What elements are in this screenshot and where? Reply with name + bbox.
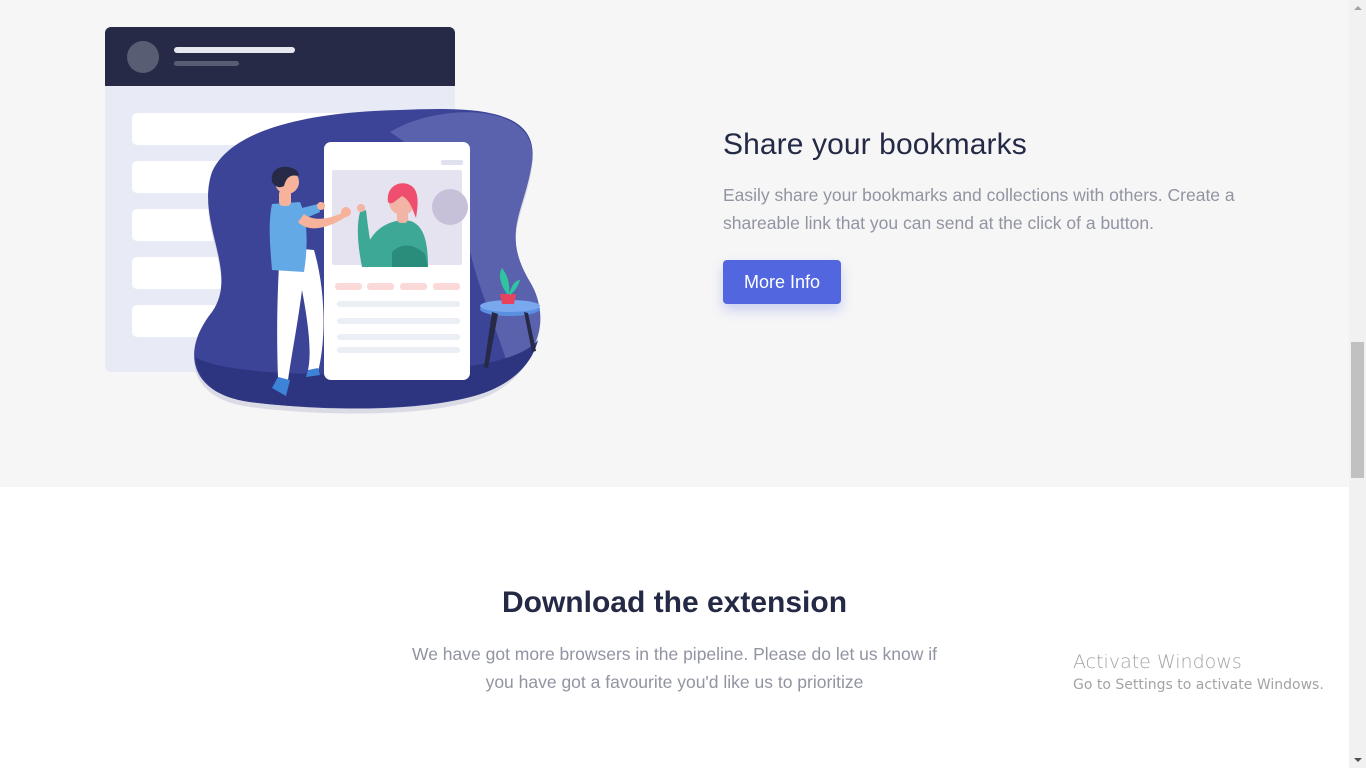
scroll-thumb[interactable] [1351,342,1364,478]
download-description: We have got more browsers in the pipelin… [412,644,937,692]
feature-title: Share your bookmarks [723,128,1027,161]
watermark-title: Activate Windows [1073,651,1242,673]
scroll-up-button[interactable] [1349,0,1366,17]
vertical-scrollbar[interactable] [1349,0,1366,768]
download-section: Download the extension We have got more … [0,487,1349,768]
scroll-up-arrow-icon [1354,6,1362,10]
share-illustration [105,27,541,414]
watermark-subtitle: Go to Settings to activate Windows. [1073,677,1324,693]
scroll-down-arrow-icon [1354,758,1362,762]
activate-windows-watermark: Activate Windows Go to Settings to activ… [1073,649,1324,695]
feature-description: Easily share your bookmarks and collecti… [723,185,1235,233]
share-feature-section: Share your bookmarks Easily share your b… [0,0,1349,487]
scroll-down-button[interactable] [1349,751,1366,768]
more-info-button[interactable]: More Info [723,260,841,304]
download-title: Download the extension [501,586,848,619]
feature-text-block: Share your bookmarks Easily share your b… [723,126,1283,304]
